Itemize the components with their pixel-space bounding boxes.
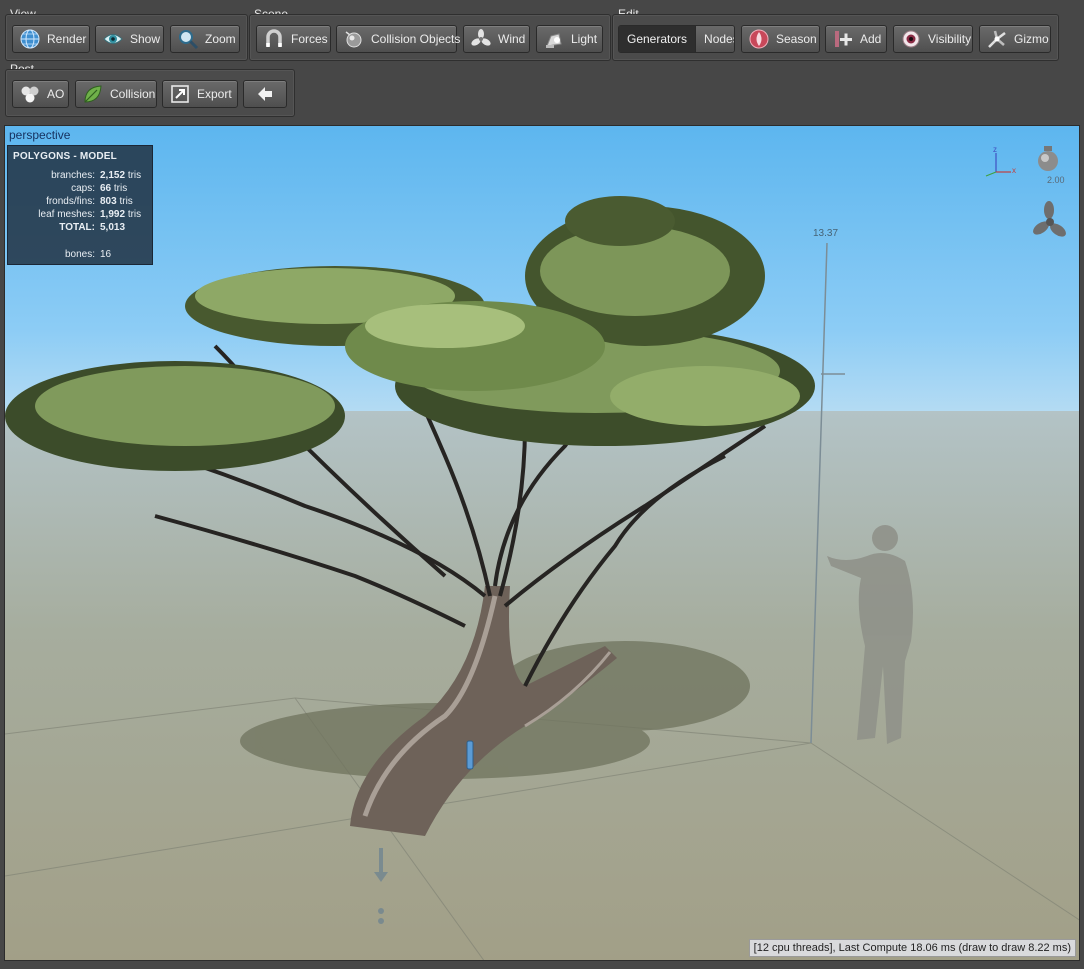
season-label: Season — [776, 32, 817, 46]
export-button[interactable]: Export — [162, 80, 238, 108]
generators-tab[interactable]: Generators — [619, 26, 696, 52]
zoom-label: Zoom — [205, 32, 236, 46]
generators-nodes-toggle: Generators Nodes — [618, 25, 735, 53]
wind-fan-icon — [1033, 201, 1066, 237]
lamp-icon — [543, 28, 565, 50]
compute-status-bar: [12 cpu threads], Last Compute 18.06 ms … — [748, 939, 1076, 957]
light-intensity-label: 2.00 — [1047, 175, 1065, 185]
gizmo-icon — [986, 28, 1008, 50]
forces-label: Forces — [291, 32, 328, 46]
stats-row-branches: branches: 2,152 tris — [8, 170, 154, 183]
stats-row-bones: bones: 16 — [8, 249, 154, 262]
zoom-button[interactable]: Zoom — [170, 25, 240, 53]
stats-value: 5,013 — [100, 222, 126, 233]
visibility-label: Visibility — [928, 32, 972, 46]
stats-key: leaf meshes: — [38, 209, 95, 220]
human-scale-silhouette — [827, 525, 913, 744]
render-label: Render — [47, 32, 87, 46]
camera-mode-label: perspective — [9, 128, 71, 142]
stats-value: 2,152 tris — [100, 170, 142, 181]
stats-row-leaf-meshes: leaf meshes: 1,992 tris — [8, 209, 154, 222]
collision-label: Collision — [110, 87, 156, 101]
axis-triad — [985, 153, 1011, 177]
stats-value: 16 — [100, 249, 112, 260]
leaf-icon — [82, 83, 104, 105]
magnifier-icon — [177, 28, 199, 50]
3d-viewport[interactable]: perspective POLYGONS - MODEL branches: 2… — [4, 125, 1080, 961]
season-button[interactable]: Season — [741, 25, 820, 53]
stats-key: fronds/fins: — [46, 196, 95, 207]
forces-button[interactable]: Forces — [256, 25, 331, 53]
stats-key: caps: — [71, 183, 95, 194]
stats-value: 803 tris — [100, 196, 133, 207]
back-button[interactable] — [243, 80, 287, 108]
collision-objects-button[interactable]: Collision Objects — [336, 25, 461, 53]
stats-key: TOTAL: — [59, 222, 95, 233]
add-button[interactable]: Add — [825, 25, 887, 53]
polygon-stats-panel: POLYGONS - MODEL branches: 2,152 tris ca… — [7, 145, 153, 265]
magnet-icon — [263, 28, 285, 50]
wind-direction-control[interactable] — [1033, 200, 1067, 244]
height-ruler-label: 13.37 — [813, 228, 839, 239]
axis-z-label: z — [993, 145, 997, 154]
collision-button[interactable]: Collision — [75, 80, 157, 108]
add-label: Add — [860, 32, 882, 46]
stats-key: bones: — [64, 249, 95, 260]
scene-render — [5, 153, 1079, 960]
gizmo-button[interactable]: Gizmo — [979, 25, 1051, 53]
back-arrow-icon — [254, 83, 276, 105]
stats-key: branches: — [51, 170, 95, 181]
collision-objects-label: Collision Objects — [371, 32, 461, 46]
sphere-icon — [343, 28, 365, 50]
axis-x-label: x — [1012, 166, 1016, 175]
light-label: Light — [571, 32, 598, 46]
stats-row-total: TOTAL: 5,013 — [8, 222, 154, 235]
root-gizmo — [374, 848, 388, 924]
ao-spheres-icon — [19, 83, 41, 105]
light-bulb-icon — [1038, 146, 1058, 171]
add-node-icon — [832, 28, 854, 50]
gizmo-label: Gizmo — [1014, 32, 1049, 46]
visibility-button[interactable]: Visibility — [893, 25, 973, 53]
stats-row-caps: caps: 66 tris — [8, 183, 154, 196]
stats-title: POLYGONS - MODEL — [13, 151, 117, 162]
show-label: Show — [130, 32, 161, 46]
height-ruler — [810, 242, 845, 744]
fan-icon — [470, 28, 492, 50]
light-button[interactable]: Light — [536, 25, 603, 53]
stats-row-fronds: fronds/fins: 803 tris — [8, 196, 154, 209]
eye-icon — [102, 28, 124, 50]
wind-button[interactable]: Wind — [463, 25, 530, 53]
trunk-gizmo — [466, 740, 474, 770]
nodes-tab[interactable]: Nodes — [695, 26, 734, 52]
globe-icon — [19, 28, 41, 50]
render-button[interactable]: Render — [12, 25, 90, 53]
stats-value: 66 tris — [100, 183, 128, 194]
export-icon — [169, 83, 191, 105]
show-button[interactable]: Show — [95, 25, 164, 53]
wind-label: Wind — [498, 32, 526, 46]
eyeball-icon — [900, 28, 922, 50]
ao-button[interactable]: AO — [12, 80, 69, 108]
season-icon — [748, 28, 770, 50]
stats-value: 1,992 tris — [100, 209, 142, 220]
ao-label: AO — [47, 87, 65, 101]
light-direction-control[interactable] — [1035, 144, 1061, 174]
export-label: Export — [197, 87, 232, 101]
